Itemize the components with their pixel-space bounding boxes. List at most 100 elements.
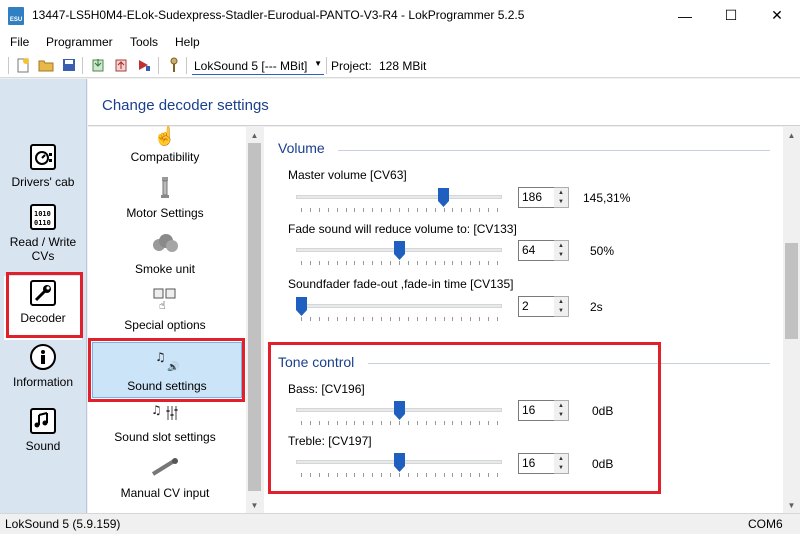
decoder-firmware-status: LokSound 5 (5.9.159)	[5, 517, 121, 531]
project-size: 128 MBit	[379, 59, 427, 73]
category-scrollbar-thumb[interactable]	[248, 143, 261, 491]
maximize-button[interactable]: ☐	[708, 0, 754, 31]
nav-label: Drivers' cab	[11, 175, 75, 189]
slider-tick	[497, 317, 498, 321]
run-icon[interactable]	[136, 57, 152, 73]
pin-icon[interactable]	[166, 57, 182, 73]
slider-tick	[372, 208, 373, 212]
menu-programmer[interactable]: Programmer	[46, 35, 113, 49]
nav-sound[interactable]: Sound	[4, 404, 82, 468]
slider-tick	[337, 317, 338, 321]
slider-tick	[310, 261, 311, 265]
open-icon[interactable]	[38, 57, 54, 73]
slider-tick	[417, 317, 418, 321]
slider-tick	[452, 208, 453, 212]
read-icon[interactable]	[90, 57, 106, 73]
scroll-up-icon[interactable]: ▲	[246, 127, 263, 143]
highlight-box-decoder	[6, 272, 83, 338]
slider-tick	[310, 317, 311, 321]
category-sound-slot-settings[interactable]: ♫ Sound slot settings	[90, 394, 240, 448]
master-volume-slider[interactable]	[296, 188, 502, 212]
slider-tick	[390, 208, 391, 212]
slider-tick	[354, 317, 355, 321]
app-logo-icon: ESU	[8, 7, 24, 25]
slider-track[interactable]	[296, 304, 502, 308]
category-motor-settings[interactable]: Motor Settings	[90, 170, 240, 224]
toolbar-separator	[82, 57, 83, 74]
spin-down-icon[interactable]: ▼	[558, 199, 564, 205]
slider-tick	[426, 208, 427, 212]
slider-tick	[461, 261, 462, 265]
svg-text:1010: 1010	[34, 210, 51, 218]
soundfader-time-spinner[interactable]: ▲ ▼	[554, 296, 569, 317]
slider-tick	[452, 261, 453, 265]
spin-down-icon[interactable]: ▼	[558, 252, 564, 258]
fade-volume-slider[interactable]	[296, 241, 502, 265]
slider-tick	[354, 208, 355, 212]
scroll-down-icon[interactable]: ▼	[783, 497, 800, 513]
slider-tick	[328, 208, 329, 212]
category-manual-cv-input[interactable]: Manual CV input	[90, 450, 240, 504]
settings-scrollbar-thumb[interactable]	[785, 243, 798, 339]
spin-up-icon[interactable]: ▲	[558, 190, 564, 196]
decoder-type-select[interactable]: LokSound 5 [--- MBit] ▼	[192, 57, 324, 75]
menu-help[interactable]: Help	[175, 35, 200, 49]
slider-tick	[372, 317, 373, 321]
master-volume-spinner[interactable]: ▲ ▼	[554, 187, 569, 208]
nav-label: Read / Write CVs	[9, 235, 77, 263]
master-volume-label: Master volume [CV63]	[288, 168, 407, 182]
spin-down-icon[interactable]: ▼	[558, 308, 564, 314]
spin-up-icon[interactable]: ▲	[558, 243, 564, 249]
spin-up-icon[interactable]: ▲	[558, 299, 564, 305]
menu-tools[interactable]: Tools	[130, 35, 158, 49]
slider-tick	[390, 317, 391, 321]
slider-tick	[328, 317, 329, 321]
slider-tick	[435, 208, 436, 212]
svg-text:0110: 0110	[34, 219, 51, 227]
slider-thumb[interactable]	[296, 297, 307, 316]
new-icon[interactable]	[15, 57, 31, 73]
category-special-options[interactable]: ☝ Special options	[90, 282, 240, 336]
soundfader-time-slider[interactable]	[296, 297, 502, 321]
slider-tick	[417, 261, 418, 265]
sound-icon	[30, 408, 56, 434]
minimize-button[interactable]: —	[662, 0, 708, 31]
slider-thumb[interactable]	[394, 241, 405, 260]
category-smoke-unit[interactable]: Smoke unit	[90, 226, 240, 280]
slider-tick	[399, 261, 400, 265]
slider-tick	[426, 317, 427, 321]
slider-tick	[372, 261, 373, 265]
slider-tick	[381, 208, 382, 212]
category-compatibility[interactable]: ☝ Compatibility	[90, 114, 240, 168]
fade-volume-spinner[interactable]: ▲ ▼	[554, 240, 569, 261]
save-icon[interactable]	[61, 57, 77, 73]
toolbar-separator	[326, 57, 327, 74]
slider-tick	[426, 261, 427, 265]
slider-tick	[319, 261, 320, 265]
close-button[interactable]: ✕	[754, 0, 800, 31]
category-label: Manual CV input	[120, 486, 210, 500]
menu-file[interactable]: File	[10, 35, 29, 49]
scroll-down-icon[interactable]: ▼	[246, 497, 263, 513]
info-icon	[30, 344, 56, 370]
svg-text:☝: ☝	[159, 299, 166, 310]
slider-tick	[479, 208, 480, 212]
slider-tick	[488, 317, 489, 321]
sound-slot-icon: ♫	[150, 400, 180, 426]
slider-tick	[354, 261, 355, 265]
slider-tick	[346, 261, 347, 265]
nav-read-write-cvs[interactable]: 1010 0110 Read / Write CVs	[4, 200, 82, 264]
nav-drivers-cab[interactable]: Drivers' cab	[4, 140, 82, 204]
write-icon[interactable]	[113, 57, 129, 73]
category-label: Compatibility	[130, 150, 200, 164]
slider-thumb[interactable]	[438, 188, 449, 207]
master-volume-readout: 145,31%	[583, 191, 631, 205]
scroll-up-icon[interactable]: ▲	[783, 127, 800, 143]
nav-information[interactable]: Information	[4, 340, 82, 404]
slider-track[interactable]	[296, 195, 502, 199]
slider-tick	[301, 208, 302, 212]
section-divider	[338, 150, 770, 151]
category-label: Special options	[124, 318, 206, 332]
slider-tick	[461, 317, 462, 321]
window-title: 13447-LS5H0M4-ELok-Sudexpress-Stadler-Eu…	[32, 8, 525, 22]
